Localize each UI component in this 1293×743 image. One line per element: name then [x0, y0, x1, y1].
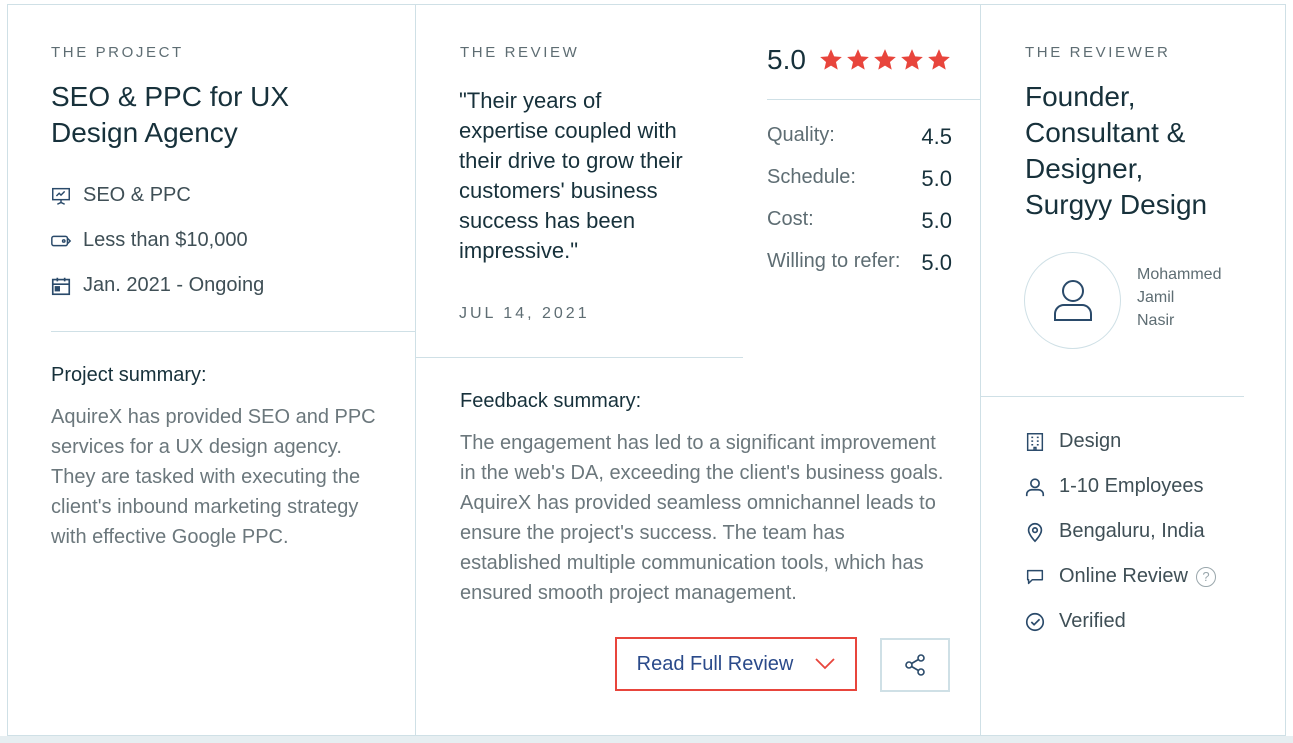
feedback-line: The engagement has led to a significant … [460, 432, 936, 454]
reviewer-title-line: Founder, [1025, 81, 1136, 112]
reviewer-verification: Verified [1059, 610, 1126, 632]
location-pin-icon [1024, 521, 1046, 543]
summary-line: with effective Google PPC. [51, 526, 289, 548]
review-divider [416, 357, 743, 358]
rating-label: Cost: [767, 208, 814, 230]
chat-bubble-icon [1024, 566, 1046, 588]
column-divider [415, 5, 416, 735]
summary-line: AquireX has provided SEO and PPC [51, 406, 376, 428]
reviewer-company-size: 1-10 Employees [1059, 475, 1204, 497]
read-full-review-button[interactable]: Read Full Review [615, 637, 857, 691]
reviewer-name-line: Jamil [1137, 289, 1175, 306]
feedback-line: in the web's DA, exceeding the client's … [460, 462, 944, 484]
share-button[interactable] [880, 638, 950, 692]
project-eyebrow: THE PROJECT [51, 44, 184, 61]
rating-value: 5.0 [921, 250, 952, 275]
reviewer-location-row: Bengaluru, India [1024, 520, 1205, 543]
rating-quality: Quality: 4.5 [767, 124, 952, 150]
reviewer-industry: Design [1059, 430, 1122, 452]
avatar [1024, 252, 1121, 349]
summary-line: client's inbound marketing strategy [51, 496, 359, 518]
check-circle-icon [1024, 611, 1046, 633]
project-title-line: Design Agency [51, 117, 238, 148]
reviewer-review-type-row: Online Review ? [1024, 565, 1216, 588]
quote-line: success has been [459, 208, 636, 233]
read-full-review-label: Read Full Review [636, 652, 794, 675]
reviewer-verified-row: Verified [1024, 610, 1126, 633]
project-service: SEO & PPC [83, 184, 191, 206]
share-icon [903, 653, 927, 677]
reviewer-title-line: Surgyy Design [1025, 189, 1208, 220]
reviewer-size-row: 1-10 Employees [1024, 475, 1204, 498]
star-icon [845, 47, 871, 73]
rating-label: Willing to refer: [767, 250, 901, 272]
rating-value: 4.5 [921, 124, 952, 149]
reviewer-eyebrow: THE REVIEWER [1025, 44, 1171, 61]
rating-label: Schedule: [767, 166, 856, 188]
quote-line: their drive to grow their [459, 148, 683, 173]
star-icon [872, 47, 898, 73]
overall-score: 5.0 [767, 44, 806, 75]
project-budget: Less than $10,000 [83, 229, 248, 251]
reviewer-divider [981, 396, 1244, 397]
quote-line: customers' business [459, 178, 658, 203]
feedback-line: AquireX has provided seamless omnichanne… [460, 492, 936, 514]
reviewer-title-line: Designer, [1025, 153, 1144, 184]
reviewer-title: Founder, Consultant & Designer, Surgyy D… [1025, 79, 1255, 223]
feedback-summary-label: Feedback summary: [460, 390, 642, 412]
feedback-summary: The engagement has led to a significant … [460, 428, 965, 608]
project-timeline-row: Jan. 2021 - Ongoing [50, 274, 264, 297]
rating-label: Quality: [767, 124, 835, 146]
presentation-icon [50, 185, 72, 207]
quote-line: impressive." [459, 238, 579, 263]
quote-line: expertise coupled with [459, 118, 677, 143]
rating-schedule: Schedule: 5.0 [767, 166, 952, 192]
quote-line: "Their years of [459, 88, 602, 113]
rating-value: 5.0 [921, 208, 952, 233]
project-summary-label: Project summary: [51, 364, 207, 386]
review-eyebrow: THE REVIEW [460, 44, 580, 61]
reviewer-location: Bengaluru, India [1059, 520, 1205, 542]
project-timeline: Jan. 2021 - Ongoing [83, 274, 265, 296]
calendar-icon [50, 275, 72, 297]
review-date: JUL 14, 2021 [459, 305, 590, 322]
rating-willing-to-refer: Willing to refer: 5.0 [767, 250, 952, 276]
project-service-row: SEO & PPC [50, 184, 191, 207]
star-icon [818, 47, 844, 73]
feedback-line: established multiple communication tools… [460, 552, 924, 574]
summary-line: They are tasked with executing the [51, 466, 361, 488]
reviewer-name: Mohammed Jamil Nasir [1137, 263, 1237, 332]
help-icon[interactable]: ? [1195, 566, 1216, 587]
column-divider [980, 5, 981, 735]
project-title-line: SEO & PPC for UX [51, 81, 290, 112]
reviewer-name-line: Nasir [1137, 312, 1175, 329]
rating-cost: Cost: 5.0 [767, 208, 952, 234]
feedback-line: ensured smooth project management. [460, 582, 797, 604]
score-divider [767, 99, 980, 100]
project-title: SEO & PPC for UX Design Agency [51, 79, 289, 151]
star-icon [899, 47, 925, 73]
reviewer-name-line: Mohammed [1137, 266, 1222, 283]
user-icon [1046, 274, 1100, 328]
project-divider [51, 331, 415, 332]
feedback-line: ensure the project's success. The team h… [460, 522, 845, 544]
building-icon [1024, 431, 1046, 453]
bottom-strip [0, 736, 1293, 743]
reviewer-industry-row: Design [1024, 430, 1121, 453]
project-budget-row: Less than $10,000 [50, 229, 248, 252]
review-quote: "Their years of expertise coupled with t… [459, 86, 729, 266]
reviewer-title-line: Consultant & [1025, 117, 1186, 148]
star-icon [926, 47, 952, 73]
summary-line: services for a UX design agency. [51, 436, 342, 458]
reviewer-review-type: Online Review [1059, 565, 1188, 587]
price-tag-icon [50, 230, 72, 252]
star-rating [818, 47, 952, 73]
person-icon [1024, 476, 1046, 498]
chevron-down-icon [815, 658, 835, 670]
overall-rating: 5.0 [767, 44, 952, 76]
project-summary: AquireX has provided SEO and PPC service… [51, 402, 401, 552]
rating-value: 5.0 [921, 166, 952, 191]
